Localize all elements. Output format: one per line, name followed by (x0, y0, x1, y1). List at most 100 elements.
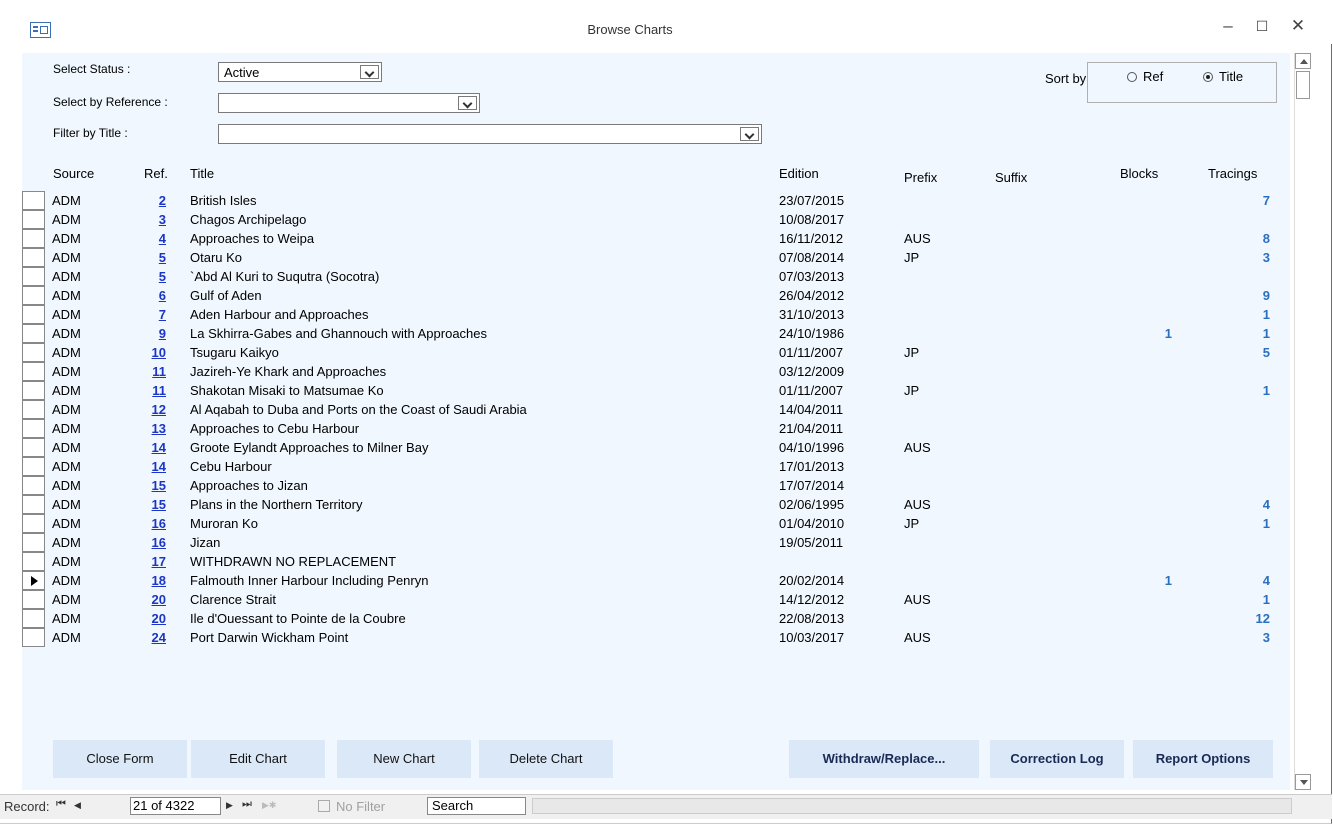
last-record-icon[interactable]: ⏭ (242, 798, 252, 811)
sort-ref-radio[interactable]: Ref (1127, 69, 1163, 84)
scroll-thumb[interactable] (1296, 71, 1310, 99)
ref-link[interactable]: 2 (159, 193, 166, 208)
ref-link[interactable]: 12 (152, 402, 166, 417)
ref-link[interactable]: 10 (152, 345, 166, 360)
table-row[interactable]: ADM 7 Aden Harbour and Approaches 31/10/201… (22, 305, 1290, 324)
table-row[interactable]: ADM 11 Shakotan Misaki to Matsumae Ko 01/11… (22, 381, 1290, 400)
record-selector[interactable] (22, 590, 45, 609)
ref-link[interactable]: 13 (152, 421, 166, 436)
record-selector[interactable] (22, 267, 45, 286)
record-selector[interactable] (22, 609, 45, 628)
reference-combo[interactable] (218, 93, 480, 113)
record-selector[interactable] (22, 495, 45, 514)
table-row[interactable]: ADM 9 La Skhirra-Gabes and Ghannouch with … (22, 324, 1290, 343)
table-row[interactable]: ADM 14 Groote Eylandt Approaches to Milner… (22, 438, 1290, 457)
record-selector[interactable] (22, 229, 45, 248)
ref-link[interactable]: 20 (152, 592, 166, 607)
no-filter-toggle[interactable]: No Filter (318, 799, 385, 814)
record-selector[interactable] (22, 628, 45, 647)
ref-link[interactable]: 14 (152, 440, 166, 455)
record-selector[interactable] (22, 191, 45, 210)
ref-link[interactable]: 3 (159, 212, 166, 227)
table-row[interactable]: ADM 18 Falmouth Inner Harbour Including Pe… (22, 571, 1290, 590)
correction-log-button[interactable]: Correction Log (990, 740, 1124, 778)
table-row[interactable]: ADM 20 Clarence Strait 14/12/2012 AUS 1 (22, 590, 1290, 609)
scroll-up-icon[interactable] (1295, 53, 1311, 69)
table-row[interactable]: ADM 20 Ile d'Ouessant to Pointe de la Coub… (22, 609, 1290, 628)
record-selector[interactable] (22, 381, 45, 400)
chevron-down-icon[interactable] (740, 127, 759, 141)
new-record-icon[interactable]: ▶✱ (262, 800, 276, 811)
close-form-button[interactable]: Close Form (53, 740, 187, 778)
ref-link[interactable]: 16 (152, 535, 166, 550)
ref-link[interactable]: 16 (152, 516, 166, 531)
table-row[interactable]: ADM 15 Approaches to Jizan 17/07/2014 (22, 476, 1290, 495)
minimize-button[interactable]: – (1212, 14, 1244, 38)
status-combo[interactable]: Active (218, 62, 382, 82)
record-selector[interactable] (22, 305, 45, 324)
table-row[interactable]: ADM 11 Jazireh-Ye Khark and Approaches 03/1… (22, 362, 1290, 381)
ref-link[interactable]: 15 (152, 478, 166, 493)
ref-link[interactable]: 14 (152, 459, 166, 474)
horizontal-scrollbar[interactable] (532, 798, 1292, 814)
ref-link[interactable]: 11 (152, 364, 166, 379)
table-row[interactable]: ADM 16 Jizan 19/05/2011 (22, 533, 1290, 552)
new-chart-button[interactable]: New Chart (337, 740, 471, 778)
table-row[interactable]: ADM 13 Approaches to Cebu Harbour 21/04/201… (22, 419, 1290, 438)
table-row[interactable]: ADM 15 Plans in the Northern Territory 02/0… (22, 495, 1290, 514)
record-selector[interactable] (22, 476, 45, 495)
table-row[interactable]: ADM 3 Chagos Archipelago 10/08/2017 (22, 210, 1290, 229)
ref-link[interactable]: 4 (159, 231, 166, 246)
title-filter-combo[interactable] (218, 124, 762, 144)
ref-link[interactable]: 24 (152, 630, 166, 645)
table-row[interactable]: ADM 6 Gulf of Aden 26/04/2012 9 (22, 286, 1290, 305)
ref-link[interactable]: 20 (152, 611, 166, 626)
current-record-field[interactable]: 21 of 4322 (130, 797, 221, 815)
ref-link[interactable]: 9 (159, 326, 166, 341)
record-selector[interactable] (22, 457, 45, 476)
record-selector[interactable] (22, 324, 45, 343)
sort-title-radio[interactable]: Title (1203, 69, 1243, 84)
record-selector[interactable] (22, 514, 45, 533)
ref-link[interactable]: 5 (159, 250, 166, 265)
table-row[interactable]: ADM 5 Otaru Ko 07/08/2014 JP 3 (22, 248, 1290, 267)
table-row[interactable]: ADM 17 WITHDRAWN NO REPLACEMENT (22, 552, 1290, 571)
ref-link[interactable]: 17 (152, 554, 166, 569)
table-row[interactable]: ADM 12 Al Aqabah to Duba and Ports on the … (22, 400, 1290, 419)
table-row[interactable]: ADM 24 Port Darwin Wickham Point 10/03/2017… (22, 628, 1290, 647)
vertical-scrollbar[interactable] (1294, 53, 1312, 790)
ref-link[interactable]: 7 (159, 307, 166, 322)
chevron-down-icon[interactable] (360, 65, 379, 79)
table-row[interactable]: ADM 14 Cebu Harbour 17/01/2013 (22, 457, 1290, 476)
ref-link[interactable]: 18 (152, 573, 166, 588)
table-row[interactable]: ADM 2 British Isles 23/07/2015 7 (22, 191, 1290, 210)
maximize-button[interactable]: ☐ (1246, 14, 1278, 38)
close-window-button[interactable]: ✕ (1282, 14, 1314, 38)
ref-link[interactable]: 11 (152, 383, 166, 398)
table-row[interactable]: ADM 5 `Abd Al Kuri to Suqutra (Socotra) 07/… (22, 267, 1290, 286)
record-selector[interactable] (22, 571, 45, 590)
chevron-down-icon[interactable] (458, 96, 477, 110)
first-record-icon[interactable]: ⏮ (56, 798, 66, 811)
table-row[interactable]: ADM 16 Muroran Ko 01/04/2010 JP 1 (22, 514, 1290, 533)
search-input[interactable]: Search (427, 797, 526, 815)
next-record-icon[interactable]: ▶ (226, 800, 233, 811)
ref-link[interactable]: 15 (152, 497, 166, 512)
record-selector[interactable] (22, 533, 45, 552)
report-options-button[interactable]: Report Options (1133, 740, 1273, 778)
record-selector[interactable] (22, 286, 45, 305)
ref-link[interactable]: 5 (159, 269, 166, 284)
record-selector[interactable] (22, 400, 45, 419)
record-selector[interactable] (22, 552, 45, 571)
ref-link[interactable]: 6 (159, 288, 166, 303)
withdraw-replace-button[interactable]: Withdraw/Replace... (789, 740, 979, 778)
record-selector[interactable] (22, 210, 45, 229)
previous-record-icon[interactable]: ◀ (74, 800, 81, 811)
edit-chart-button[interactable]: Edit Chart (191, 740, 325, 778)
delete-chart-button[interactable]: Delete Chart (479, 740, 613, 778)
record-selector[interactable] (22, 248, 45, 267)
record-selector[interactable] (22, 343, 45, 362)
record-selector[interactable] (22, 362, 45, 381)
scroll-down-icon[interactable] (1295, 774, 1311, 790)
record-selector[interactable] (22, 419, 45, 438)
